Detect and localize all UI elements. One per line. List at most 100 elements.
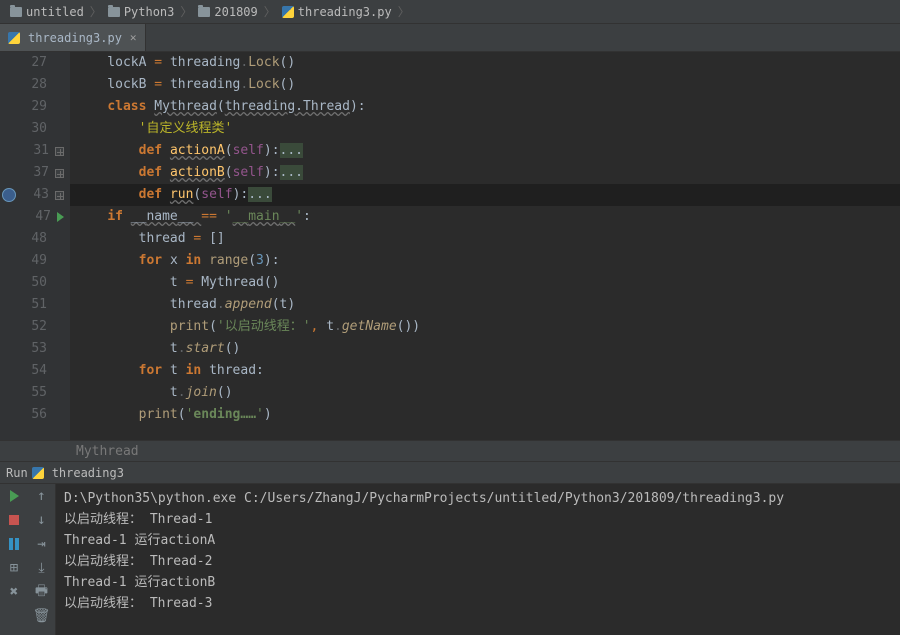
gutter-row[interactable]: 28 <box>0 74 70 96</box>
override-badge-icon[interactable] <box>2 188 16 202</box>
gutter-row[interactable]: 29 <box>0 96 70 118</box>
line-number: 48 <box>31 228 47 250</box>
line-number: 50 <box>31 272 47 294</box>
breadcrumb-item-201809[interactable]: 201809 <box>194 5 261 19</box>
console-output[interactable]: D:\Python35\python.exe C:/Users/ZhangJ/P… <box>56 484 900 635</box>
line-number: 43 <box>33 184 49 206</box>
line-number: 27 <box>31 52 47 74</box>
line-number: 49 <box>31 250 47 272</box>
breadcrumb-sep: 〉 <box>398 3 410 20</box>
folder-icon <box>108 7 120 17</box>
fold-expand-icon[interactable] <box>55 169 64 178</box>
code-line[interactable]: '自定义线程类' <box>70 118 900 140</box>
gutter-row[interactable]: 43 <box>0 184 70 206</box>
code-area[interactable]: lockA = threading.Lock() lockB = threadi… <box>70 52 900 440</box>
code-line[interactable]: lockB = threading.Lock() <box>70 74 900 96</box>
print-button[interactable]: 🖶 <box>34 584 50 600</box>
gutter-row[interactable]: 30 <box>0 118 70 140</box>
context-class: Mythread <box>76 444 139 459</box>
python-file-icon <box>282 6 294 18</box>
breadcrumb-item-file[interactable]: threading3.py <box>278 5 396 19</box>
line-number: 29 <box>31 96 47 118</box>
line-number: 47 <box>35 206 51 228</box>
gutter-row[interactable]: 50 <box>0 272 70 294</box>
breadcrumb-sep: 〉 <box>90 3 102 20</box>
python-file-icon <box>8 32 20 44</box>
code-line[interactable]: lockA = threading.Lock() <box>70 52 900 74</box>
code-line[interactable]: thread.append(t) <box>70 294 900 316</box>
stop-button[interactable] <box>6 512 22 528</box>
code-line[interactable]: print('以启动线程：', t.getName()) <box>70 316 900 338</box>
up-icon[interactable]: ↑ <box>34 488 50 504</box>
code-line[interactable]: t.start() <box>70 338 900 360</box>
code-line[interactable]: t.join() <box>70 382 900 404</box>
gutter-row[interactable]: 53 <box>0 338 70 360</box>
code-line[interactable]: for x in range(3): <box>70 250 900 272</box>
gutter-row[interactable]: 37 <box>0 162 70 184</box>
pause-button[interactable] <box>6 536 22 552</box>
gutter-row[interactable]: 56 <box>0 404 70 426</box>
code-line[interactable]: t = Mythread() <box>70 272 900 294</box>
pin-button[interactable]: ✖ <box>6 584 22 600</box>
breadcrumb-sep: 〉 <box>180 3 192 20</box>
scroll-button[interactable]: ⤓ <box>34 560 50 576</box>
trash-icon[interactable]: 🗑 <box>34 608 50 624</box>
code-editor[interactable]: 2728293031374347484950515253545556 lockA… <box>0 52 900 440</box>
run-header-target: threading3 <box>52 466 124 480</box>
folder-icon <box>10 7 22 17</box>
tab-label: threading3.py <box>28 31 122 45</box>
line-number: 37 <box>33 162 49 184</box>
line-number: 31 <box>33 140 49 162</box>
line-number: 53 <box>31 338 47 360</box>
fold-expand-icon[interactable] <box>55 191 64 200</box>
code-line[interactable]: if __name__ == '__main__': <box>70 206 900 228</box>
tab-threading3[interactable]: threading3.py ✕ <box>0 24 146 51</box>
fold-expand-icon[interactable] <box>55 147 64 156</box>
console-line: Thread-1 运行actionA <box>64 530 892 551</box>
breadcrumb-sep: 〉 <box>264 3 276 20</box>
layout-button[interactable]: ⊞ <box>6 560 22 576</box>
breadcrumb: untitled 〉 Python3 〉 201809 〉 threading3… <box>0 0 900 24</box>
console-line: 以启动线程： Thread-2 <box>64 551 892 572</box>
code-line[interactable]: thread = [] <box>70 228 900 250</box>
python-file-icon <box>32 467 44 479</box>
close-icon[interactable]: ✕ <box>130 31 137 44</box>
line-number: 55 <box>31 382 47 404</box>
gutter: 2728293031374347484950515253545556 <box>0 52 70 440</box>
breadcrumb-label: threading3.py <box>298 5 392 19</box>
line-number: 28 <box>31 74 47 96</box>
gutter-row[interactable]: 54 <box>0 360 70 382</box>
run-panel: ⊞ ✖ ↑ ↓ ⇥ ⤓ 🖶 🗑 D:\Python35\python.exe C… <box>0 484 900 635</box>
breadcrumb-item-root[interactable]: untitled <box>6 5 88 19</box>
run-tool-header[interactable]: Run threading3 <box>0 462 900 484</box>
line-number: 56 <box>31 404 47 426</box>
console-line: 以启动线程： Thread-3 <box>64 593 892 614</box>
gutter-row[interactable]: 52 <box>0 316 70 338</box>
gutter-row[interactable]: 55 <box>0 382 70 404</box>
line-number: 52 <box>31 316 47 338</box>
code-line[interactable]: print('ending……') <box>70 404 900 426</box>
console-line: Thread-1 运行actionB <box>64 572 892 593</box>
code-line[interactable]: for t in thread: <box>70 360 900 382</box>
code-line[interactable]: def run(self):... <box>70 184 900 206</box>
gutter-row[interactable]: 47 <box>0 206 70 228</box>
breadcrumb-label: untitled <box>26 5 84 19</box>
gutter-row[interactable]: 31 <box>0 140 70 162</box>
tabbar: threading3.py ✕ <box>0 24 900 52</box>
line-number: 51 <box>31 294 47 316</box>
wrap-button[interactable]: ⇥ <box>34 536 50 552</box>
run-gutter-icon[interactable] <box>57 212 64 222</box>
gutter-row[interactable]: 49 <box>0 250 70 272</box>
code-line[interactable]: def actionA(self):... <box>70 140 900 162</box>
rerun-button[interactable] <box>6 488 22 504</box>
gutter-row[interactable]: 48 <box>0 228 70 250</box>
run-header-label: Run <box>6 466 28 480</box>
code-line[interactable]: def actionB(self):... <box>70 162 900 184</box>
gutter-row[interactable]: 51 <box>0 294 70 316</box>
breadcrumb-context: Mythread <box>0 440 900 462</box>
code-line[interactable]: class Mythread(threading.Thread): <box>70 96 900 118</box>
run-toolbar-right: ↑ ↓ ⇥ ⤓ 🖶 🗑 <box>28 484 56 635</box>
gutter-row[interactable]: 27 <box>0 52 70 74</box>
breadcrumb-item-python3[interactable]: Python3 <box>104 5 179 19</box>
down-icon[interactable]: ↓ <box>34 512 50 528</box>
